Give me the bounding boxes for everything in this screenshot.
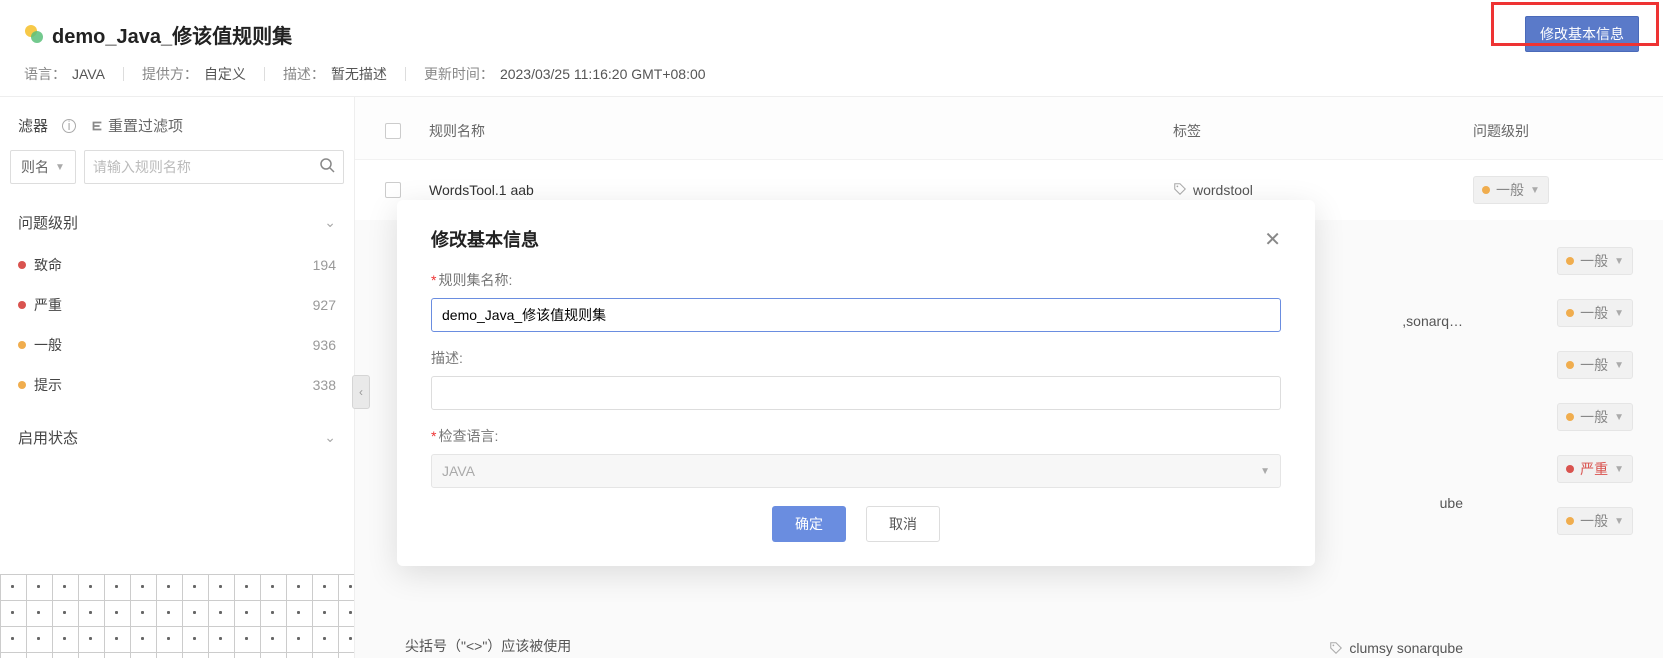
level-item-fatal[interactable]: 致命 194	[18, 245, 336, 285]
meta-row: 语言： JAVA 提供方： 自定义 描述： 暂无描述 更新时间： 2023/03/25 …	[24, 64, 1639, 84]
modal-confirm-button[interactable]: 确定	[772, 506, 846, 542]
dot-icon	[1482, 186, 1490, 194]
dot-icon	[18, 301, 26, 309]
meta-updated-value: 2023/03/25 11:16:20 GMT+08:00	[500, 66, 706, 82]
level-count: 927	[313, 297, 336, 313]
partial-row-name: 尖括号（"<>"）应该被使用	[405, 638, 571, 654]
section-level-toggle[interactable]: 问题级别 ⌄	[18, 206, 336, 239]
level-pill[interactable]: 一般▼	[1557, 403, 1633, 431]
ruleset-name-input[interactable]	[431, 298, 1281, 332]
level-label: 致命	[34, 255, 62, 275]
dot-icon	[18, 341, 26, 349]
chevron-down-icon: ▼	[1530, 185, 1540, 196]
rule-name-dropdown[interactable]: 则名 ▼	[10, 150, 76, 184]
dot-icon	[18, 381, 26, 389]
chevron-down-icon: ▼	[1260, 466, 1270, 477]
filter-title: 滤器	[18, 115, 48, 136]
section-status-toggle[interactable]: 启用状态 ⌄	[18, 421, 336, 454]
tag-chip[interactable]: wordstool	[1173, 182, 1253, 199]
tag-label: wordstool	[1193, 182, 1253, 198]
level-count: 194	[313, 257, 336, 273]
reset-filters-link[interactable]: 重置过滤项	[90, 115, 183, 136]
page-header: demo_Java_修该值规则集 修改基本信息 语言： JAVA 提供方： 自定义 …	[0, 0, 1663, 96]
close-icon[interactable]: ✕	[1264, 227, 1281, 252]
col-tag-header: 标签	[1173, 121, 1473, 141]
ruleset-lang-select[interactable]: JAVA ▼	[431, 454, 1281, 488]
meta-desc-label: 描述：	[283, 64, 325, 84]
level-pill[interactable]: 一般▼	[1557, 507, 1633, 535]
chevron-down-icon: ▼	[55, 162, 65, 173]
truncated-tag: ube	[1440, 495, 1463, 511]
level-item-normal[interactable]: 一般 936	[18, 325, 336, 365]
row-name: WordsTool.1 aab	[429, 182, 1173, 198]
level-item-hint[interactable]: 提示 338	[18, 365, 336, 405]
level-pill-severe[interactable]: 严重▼	[1557, 455, 1633, 483]
rule-search-input[interactable]	[93, 159, 319, 175]
modal-title: 修改基本信息	[431, 226, 539, 252]
level-pill[interactable]: 一般 ▼	[1473, 176, 1549, 204]
col-level-header: 问题级别	[1473, 121, 1633, 141]
table-header: 规则名称 标签 问题级别	[355, 97, 1663, 159]
reset-filters-label: 重置过滤项	[108, 115, 183, 136]
pills-stack: 一般▼ 一般▼ 一般▼ 一般▼ 严重▼ 一般▼	[1557, 247, 1633, 535]
dot-icon	[18, 261, 26, 269]
level-pill[interactable]: 一般▼	[1557, 299, 1633, 327]
chevron-down-icon: ⌄	[324, 214, 336, 231]
level-label: 一般	[34, 335, 62, 355]
ruleset-lang-value: JAVA	[442, 463, 475, 479]
truncated-tag: ,sonarq…	[1402, 313, 1463, 329]
crosshatch-pattern	[0, 574, 354, 658]
rule-name-dropdown-label: 则名	[21, 157, 49, 177]
level-pill-label: 一般	[1496, 180, 1524, 200]
select-all-checkbox[interactable]	[385, 123, 401, 139]
section-level-title: 问题级别	[18, 212, 78, 233]
level-item-severe[interactable]: 严重 927	[18, 285, 336, 325]
row-checkbox[interactable]	[385, 182, 401, 198]
meta-provider-label: 提供方：	[142, 64, 198, 84]
level-label: 严重	[34, 295, 62, 315]
search-icon[interactable]	[319, 157, 335, 178]
level-pill[interactable]: 一般▼	[1557, 351, 1633, 379]
level-pill[interactable]: 一般▼	[1557, 247, 1633, 275]
modal-cancel-button[interactable]: 取消	[866, 506, 940, 542]
ruleset-desc-input[interactable]	[431, 376, 1281, 410]
tag-icon	[1173, 182, 1187, 199]
ruleset-icon	[24, 24, 44, 44]
info-icon[interactable]: i	[62, 119, 76, 133]
field-name-label: *规则集名称:	[431, 270, 1281, 290]
edit-basic-info-modal: 修改基本信息 ✕ *规则集名称: 描述: *检查语言: JAVA ▼ 确定 取消	[397, 200, 1315, 566]
level-label: 提示	[34, 375, 62, 395]
field-desc-label: 描述:	[431, 348, 1281, 368]
sidebar-collapse-handle[interactable]: ‹	[352, 375, 370, 409]
meta-desc-value: 暂无描述	[331, 64, 387, 84]
level-count: 338	[313, 377, 336, 393]
truncated-tag: clumsy sonarqube	[1349, 640, 1463, 656]
filter-sidebar: 滤器 i 重置过滤项 则名 ▼ 问题级别 ⌄	[0, 97, 355, 658]
meta-updated-label: 更新时间：	[424, 64, 494, 84]
page-title: demo_Java_修该值规则集	[52, 20, 292, 49]
field-lang-label: *检查语言:	[431, 426, 1281, 446]
level-count: 936	[313, 337, 336, 353]
chevron-down-icon: ⌄	[324, 429, 336, 446]
edit-basic-info-button[interactable]: 修改基本信息	[1525, 16, 1639, 52]
col-name-header: 规则名称	[429, 121, 1173, 141]
meta-lang-value: JAVA	[72, 66, 105, 82]
section-status-title: 启用状态	[18, 427, 78, 448]
meta-provider-value: 自定义	[204, 64, 246, 84]
meta-lang-label: 语言：	[24, 64, 66, 84]
